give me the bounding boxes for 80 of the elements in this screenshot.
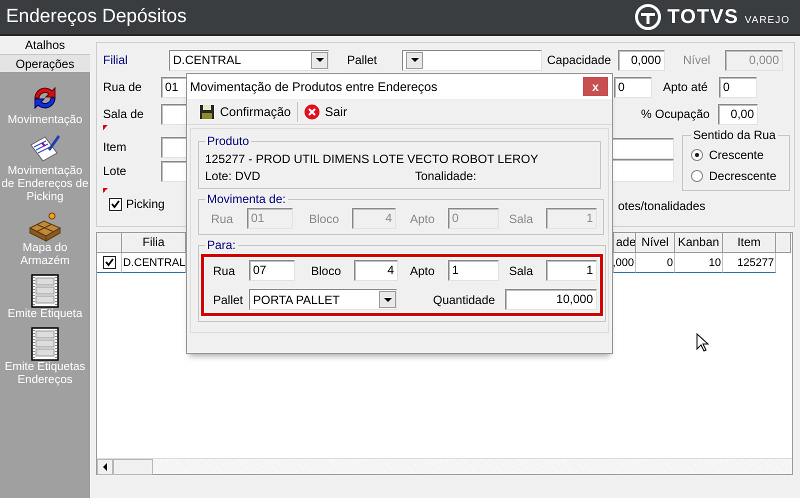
input-field[interactable]: 10,000 xyxy=(505,289,597,310)
toolbar-button[interactable]: Confirmação xyxy=(193,102,297,122)
input-field[interactable]: 4 xyxy=(354,260,398,281)
field-label: Apto xyxy=(410,264,436,278)
dropdown[interactable]: PORTA PALLET xyxy=(249,289,397,310)
field-label: Rua xyxy=(213,264,236,278)
radio-button[interactable] xyxy=(691,148,703,160)
caret-icon xyxy=(384,298,392,302)
field-label: % Ocupação xyxy=(641,107,711,121)
field-label: Item xyxy=(103,140,128,154)
close-circle-icon xyxy=(304,104,320,120)
close-button[interactable]: x xyxy=(583,77,608,96)
field-label: Apto até xyxy=(663,80,709,94)
radio-button[interactable] xyxy=(691,170,703,182)
table-cell: ,000 xyxy=(614,253,636,273)
group-title: Sentido da Rua xyxy=(692,128,777,142)
product-description: 125277 - PROD UTIL DIMENS LOTE VECTO ROBOT LEROY xyxy=(205,151,540,168)
left-arrow-icon xyxy=(103,463,107,471)
boxes-icon xyxy=(28,210,62,242)
dialog-title: Movimentação de Produtos entre Endereços xyxy=(190,80,438,94)
field-label: Tonalidade: xyxy=(415,169,476,183)
group-title: Produto xyxy=(206,134,250,148)
input-field[interactable]: 1 xyxy=(448,260,499,281)
input-field[interactable] xyxy=(611,159,674,182)
field-label: Sala de xyxy=(103,107,145,121)
field-label: Pallet xyxy=(347,53,378,67)
input-field[interactable]: 1 xyxy=(546,260,597,281)
caret-icon xyxy=(316,58,324,62)
radio-label: Decrescente xyxy=(709,168,776,182)
window-title: Endereços Depósitos xyxy=(6,6,187,28)
label-sheet-icon xyxy=(31,327,59,361)
table-cell: 10 xyxy=(675,253,723,273)
dropdown[interactable]: D.CENTRAL xyxy=(169,50,329,70)
table-cell: 125277 xyxy=(723,253,776,273)
column-header: Filia xyxy=(122,233,186,253)
group-title: Para: xyxy=(206,238,237,252)
input-field[interactable] xyxy=(611,138,674,159)
check-icon xyxy=(111,200,120,208)
field-label: Sala xyxy=(509,212,534,226)
checkbox[interactable] xyxy=(109,198,122,210)
field-label: Lote xyxy=(103,164,128,178)
checkbox-label: Picking xyxy=(126,197,165,211)
checkbox[interactable] xyxy=(102,256,116,269)
label-sheet-icon xyxy=(31,274,59,308)
field-label: Rua de xyxy=(103,80,143,94)
field-value: DVD xyxy=(235,169,262,183)
input-field[interactable]: 07 xyxy=(249,260,295,281)
field-label: Quantidade xyxy=(433,292,496,306)
column-header: Nível xyxy=(636,233,675,253)
field-label: Lote: xyxy=(205,169,233,183)
mouse-pointer-icon xyxy=(696,333,709,352)
text-fragment: otes/tonalidades xyxy=(618,199,706,213)
input-field[interactable]: 0,000 xyxy=(618,50,665,70)
scroll-thumb[interactable] xyxy=(113,459,153,475)
horizontal-scrollbar[interactable] xyxy=(97,458,792,474)
sidebar-tab[interactable]: Operações xyxy=(0,55,90,74)
logo-product: VAREJO xyxy=(744,14,790,26)
field-label: Nível xyxy=(683,53,712,67)
field-label: Rua xyxy=(211,212,234,226)
field-label: Bloco xyxy=(309,212,340,226)
toolbar-button[interactable]: Sair xyxy=(298,102,354,122)
logo-brand: TOTVS xyxy=(667,6,739,28)
group-title: Movimenta de: xyxy=(206,192,287,206)
input-field[interactable]: 0,00 xyxy=(718,104,758,124)
field-label: Pallet xyxy=(213,292,244,306)
input-field[interactable]: 0 xyxy=(614,76,652,98)
field-label: Sala xyxy=(509,264,534,278)
dropdown[interactable] xyxy=(402,50,542,70)
input-field[interactable]: 0 xyxy=(719,76,757,98)
column-header: Kanban xyxy=(675,233,723,253)
check-icon xyxy=(104,258,114,267)
field-label: Capacidade xyxy=(547,53,612,67)
field-label: Bloco xyxy=(311,264,342,278)
field-label: Filial xyxy=(103,53,129,67)
table-cell: 0 xyxy=(636,253,675,273)
radio-label: Crescente xyxy=(709,148,764,162)
logo-icon xyxy=(635,4,662,30)
caret-icon xyxy=(410,58,418,62)
field-label: Apto xyxy=(410,212,436,226)
column-header: Item xyxy=(723,233,776,253)
